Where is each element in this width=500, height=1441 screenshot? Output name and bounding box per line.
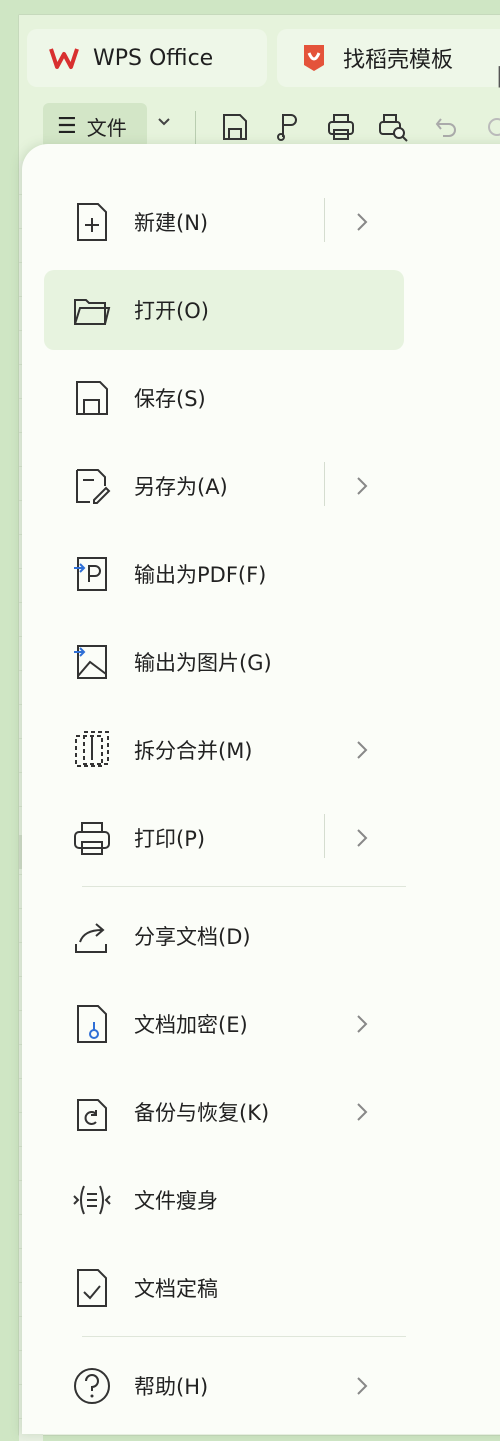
save-icon xyxy=(76,381,108,415)
menu-item-label: 打开(O) xyxy=(134,299,209,323)
menu-item-label: 输出为PDF(F) xyxy=(134,563,267,587)
chevron-right-icon[interactable] xyxy=(354,474,370,498)
chevron-right-icon[interactable] xyxy=(354,826,370,850)
menu-item-label: 另存为(A) xyxy=(134,475,228,499)
docer-logo-icon xyxy=(299,43,329,73)
menu-item-label: 拆分合并(M) xyxy=(134,739,253,763)
menu-item-label: 输出为图片(G) xyxy=(134,651,272,675)
finalize-icon xyxy=(77,1269,107,1307)
file-menu-button[interactable]: ☰ 文件 xyxy=(43,103,147,149)
menu-item-label: 备份与恢复(K) xyxy=(134,1101,270,1125)
tab-docer-templates[interactable]: 找稻壳模板 xyxy=(277,29,500,87)
menu-item[interactable]: 输出为PDF(F) xyxy=(44,534,404,614)
chevron-right-icon[interactable] xyxy=(354,1374,370,1398)
menu-item[interactable]: 文档加密(E) xyxy=(44,984,404,1064)
save-as-icon xyxy=(76,469,111,504)
menu-item-label: 文档加密(E) xyxy=(134,1013,248,1037)
toolbar-divider xyxy=(195,111,196,145)
new-document-icon xyxy=(77,203,107,241)
chevron-right-icon[interactable] xyxy=(354,738,370,762)
menu-item[interactable]: 分享文档(D) xyxy=(44,896,404,976)
menu-item[interactable]: 输出为图片(G) xyxy=(44,622,404,702)
export-pdf-icon[interactable] xyxy=(273,111,305,143)
menu-item-label: 保存(S) xyxy=(134,387,206,411)
file-dropdown-menu: 新建(N) 打开(O) 保存(S) 另存为(A) 输出为PDF(F) 输出为图片(G) 拆分… xyxy=(22,144,500,1434)
menu-item[interactable]: 文件瘦身 xyxy=(44,1160,404,1240)
print-icon xyxy=(74,822,110,855)
file-label: 文件 xyxy=(86,115,127,140)
menu-item-label: 文档定稿 xyxy=(134,1277,218,1301)
open-folder-icon xyxy=(74,299,111,325)
menu-item[interactable]: 帮助(H) xyxy=(44,1346,404,1426)
menu-item-label: 新建(N) xyxy=(134,211,209,235)
menu-item[interactable]: 保存(S) xyxy=(44,358,404,438)
menu-item-label: 文件瘦身 xyxy=(134,1189,218,1213)
undo-icon[interactable] xyxy=(431,111,463,143)
export-image-icon xyxy=(74,645,107,679)
menu-divider xyxy=(82,886,406,887)
sheet-cell-fragment: ╞ xyxy=(494,67,500,88)
menu-divider xyxy=(82,1336,406,1337)
split-divider xyxy=(324,814,325,858)
menu-item[interactable]: 打印(P) xyxy=(44,798,404,878)
save-icon[interactable] xyxy=(219,111,251,143)
tab-wps-office[interactable]: WPS Office xyxy=(27,29,267,87)
print-preview-icon[interactable] xyxy=(377,111,409,143)
menu-item[interactable]: 文档定稿 xyxy=(44,1248,404,1328)
chevron-right-icon[interactable] xyxy=(354,1100,370,1124)
share-icon xyxy=(75,923,107,953)
chevron-right-icon[interactable] xyxy=(354,1012,370,1036)
hamburger-icon: ☰ xyxy=(57,113,77,139)
menu-item-label: 帮助(H) xyxy=(134,1375,209,1399)
slim-file-icon xyxy=(73,1185,111,1215)
menu-item[interactable]: 新建(N) xyxy=(44,182,404,262)
menu-item[interactable]: 拆分合并(M) xyxy=(44,710,404,790)
backup-restore-icon xyxy=(77,1099,107,1131)
tab-label: WPS Office xyxy=(93,45,214,71)
tab-label: 找稻壳模板 xyxy=(343,48,454,73)
menu-item[interactable]: 另存为(A) xyxy=(44,446,404,526)
split-merge-icon xyxy=(75,731,109,767)
print-icon[interactable] xyxy=(325,111,357,143)
encrypt-icon xyxy=(77,1005,107,1043)
help-icon xyxy=(74,1368,110,1404)
wps-logo-icon xyxy=(49,43,79,73)
menu-item[interactable]: 打开(O) xyxy=(44,270,404,350)
split-divider xyxy=(324,198,325,242)
chevron-right-icon[interactable] xyxy=(354,210,370,234)
menu-item-label: 分享文档(D) xyxy=(134,925,251,949)
chevron-down-icon[interactable] xyxy=(157,117,171,127)
menu-item[interactable]: 备份与恢复(K) xyxy=(44,1072,404,1152)
redo-icon[interactable] xyxy=(481,111,500,143)
menu-item-label: 打印(P) xyxy=(134,827,206,851)
export-pdf-icon xyxy=(74,557,107,591)
split-divider xyxy=(324,462,325,506)
title-bar: WPS Office 找稻壳模板 xyxy=(19,15,500,95)
